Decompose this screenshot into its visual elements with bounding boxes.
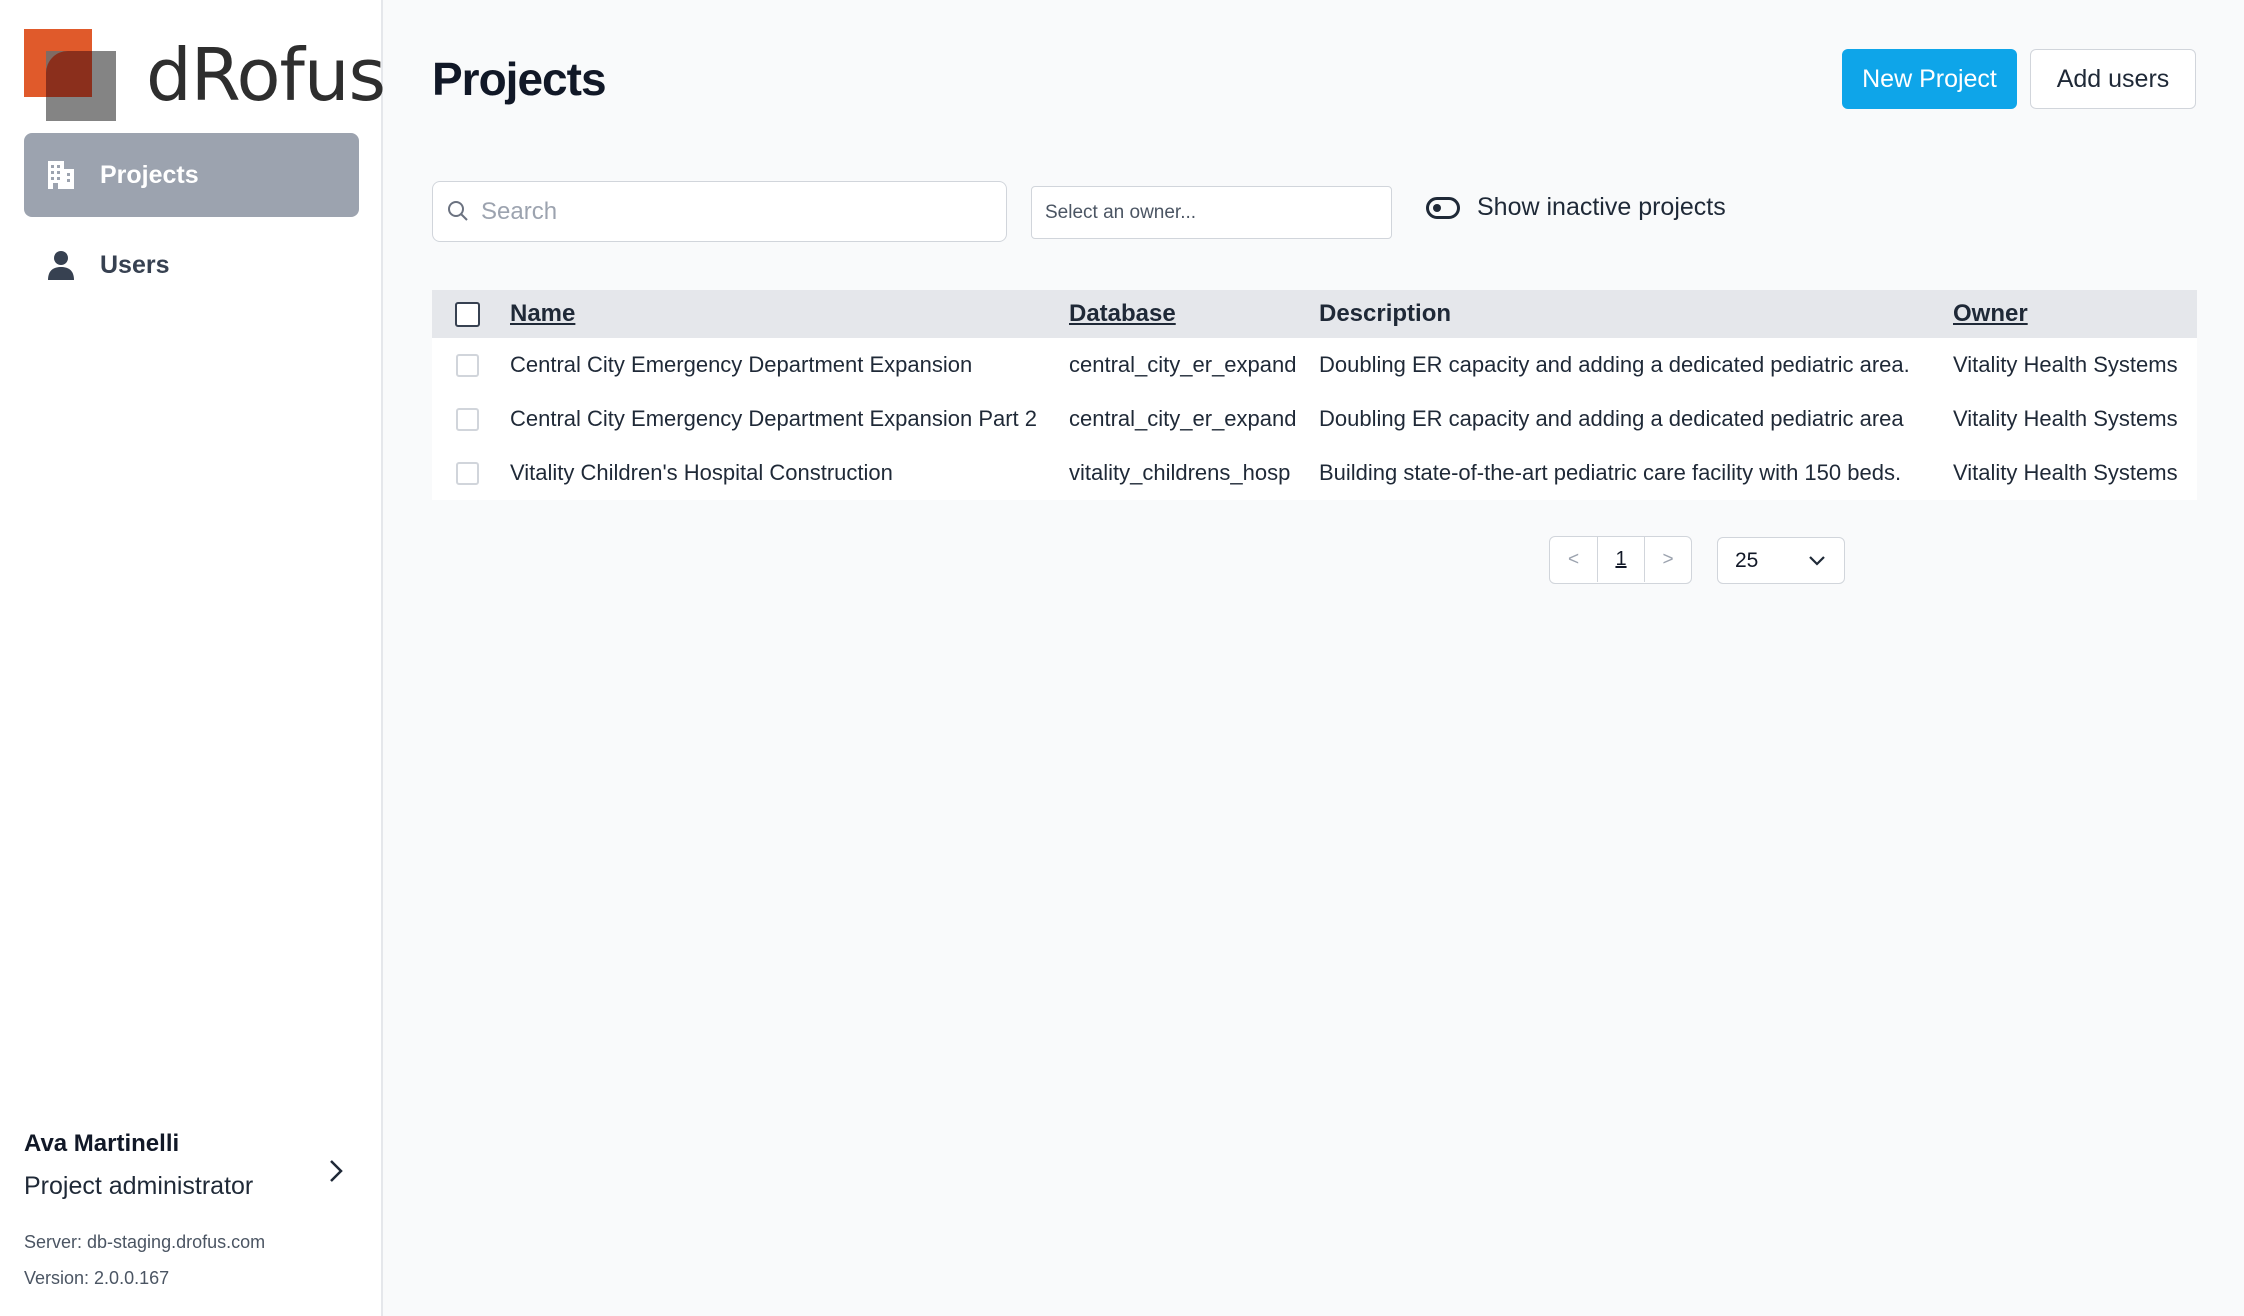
table-row[interactable]: Vitality Children's Hospital Constructio…	[432, 446, 2197, 500]
row-checkbox[interactable]	[455, 353, 479, 377]
logo-mark-icon	[24, 29, 116, 121]
table-row[interactable]: Central City Emergency Department Expans…	[432, 338, 2197, 392]
table-header: Name Database Description Owner	[432, 290, 2197, 338]
prev-page-button[interactable]: <	[1550, 537, 1597, 582]
cell-name: Central City Emergency Department Expans…	[510, 406, 1038, 431]
column-header-name[interactable]: Name	[510, 300, 1069, 328]
cell-description: Doubling ER capacity and adding a dedica…	[1319, 352, 1910, 377]
cell-owner: Vitality Health Systems	[1953, 352, 2178, 377]
brand-logo[interactable]: dRofus	[24, 28, 386, 122]
brand-name: dRofus	[146, 33, 386, 117]
column-header-owner[interactable]: Owner	[1953, 300, 2197, 328]
page-title: Projects	[432, 53, 607, 105]
row-checkbox[interactable]	[455, 407, 479, 431]
search-box	[432, 181, 1007, 242]
cell-owner: Vitality Health Systems	[1953, 406, 2178, 431]
user-profile[interactable]: Ava Martinelli Project administrator	[24, 1130, 359, 1201]
sidebar-item-projects[interactable]: Projects	[24, 133, 359, 217]
user-name: Ava Martinelli	[24, 1130, 180, 1157]
user-icon	[44, 248, 78, 282]
cell-database: central_city_er_expand	[1069, 352, 1297, 377]
projects-table: Name Database Description Owner Central …	[432, 290, 2197, 500]
select-all-checkbox[interactable]	[454, 301, 480, 327]
sidebar: dRofus Projects Users Ava Martinelli Pro…	[0, 0, 386, 1316]
row-checkbox[interactable]	[455, 461, 479, 485]
sidebar-item-label: Projects	[100, 160, 199, 189]
chevron-right-icon[interactable]	[321, 1156, 351, 1186]
table-row[interactable]: Central City Emergency Department Expans…	[432, 392, 2197, 446]
cell-name: Vitality Children's Hospital Constructio…	[510, 460, 893, 485]
user-role: Project administrator	[24, 1172, 254, 1200]
version-info: Version: 2.0.0.167	[24, 1268, 170, 1288]
cell-description: Doubling ER capacity and adding a dedica…	[1319, 406, 1904, 431]
show-inactive-label: Show inactive projects	[1477, 193, 1726, 221]
search-icon	[447, 200, 471, 224]
cell-database: central_city_er_expand	[1069, 406, 1297, 431]
building-icon	[44, 158, 78, 192]
page-size-select[interactable]: 25	[1717, 537, 1845, 584]
add-users-button[interactable]: Add users	[2030, 49, 2196, 109]
page-size-value: 25	[1735, 548, 1759, 572]
cell-database: vitality_childrens_hosp	[1069, 460, 1291, 485]
page-number-button[interactable]: 1	[1597, 537, 1644, 582]
new-project-button[interactable]: New Project	[1842, 49, 2017, 109]
sidebar-nav: Projects Users	[24, 133, 359, 313]
sidebar-item-users[interactable]: Users	[24, 223, 359, 307]
server-info: Server: db-staging.drofus.com	[24, 1232, 266, 1252]
chevron-down-icon	[1808, 552, 1826, 570]
pagination: < 1 >	[1549, 536, 1692, 584]
main-content: Projects New Project Add users Select an…	[383, 0, 2244, 1316]
column-header-database[interactable]: Database	[1069, 300, 1319, 328]
search-input[interactable]	[481, 197, 981, 226]
sidebar-item-label: Users	[100, 250, 170, 279]
cell-name: Central City Emergency Department Expans…	[510, 352, 973, 377]
cell-owner: Vitality Health Systems	[1953, 460, 2178, 485]
column-header-description: Description	[1319, 300, 1452, 327]
show-inactive-toggle[interactable]: Show inactive projects	[1426, 193, 1726, 222]
next-page-button[interactable]: >	[1644, 537, 1691, 582]
owner-select[interactable]: Select an owner...	[1031, 186, 1392, 239]
app-root: dRofus Projects Users Ava Martinelli Pro…	[0, 0, 2244, 1316]
cell-description: Building state-of-the-art pediatric care…	[1319, 460, 1902, 485]
toggle-switch[interactable]	[1426, 196, 1460, 219]
